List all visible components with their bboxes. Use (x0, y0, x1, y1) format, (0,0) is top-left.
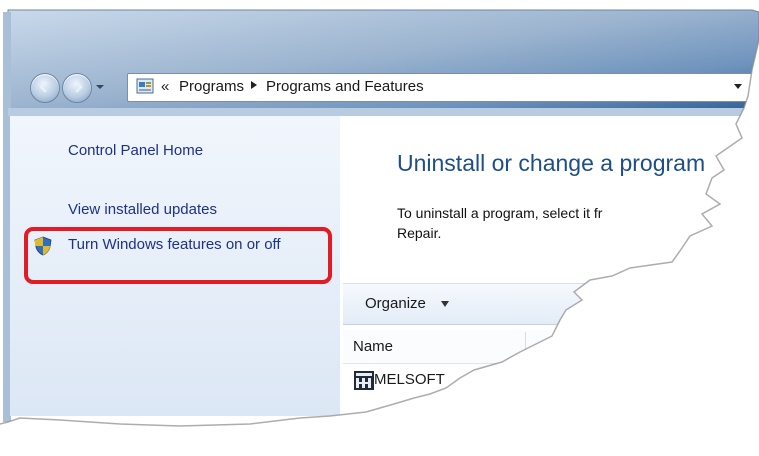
programs-and-features-window: « Programs Programs and Features Control… (0, 0, 759, 456)
torn-edge-overlay (0, 39, 759, 456)
